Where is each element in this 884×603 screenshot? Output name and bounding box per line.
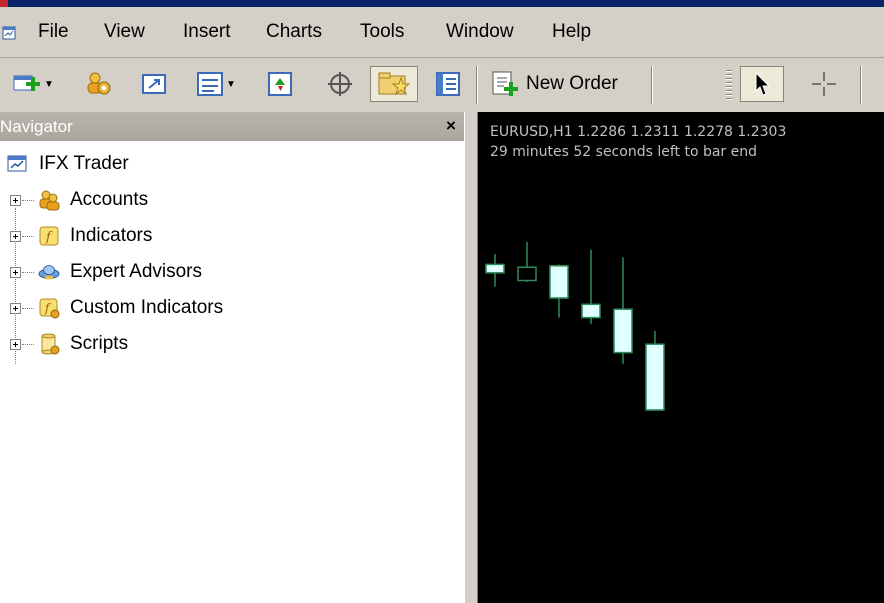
- tree-root[interactable]: IFX Trader: [7, 151, 129, 177]
- chart-window[interactable]: EURUSD,H1 1.2286 1.2311 1.2278 1.2303 29…: [478, 112, 884, 603]
- new-chart-icon: [12, 72, 42, 96]
- tree-item-accounts[interactable]: Accounts: [10, 186, 148, 214]
- new-chart-dropdown-icon[interactable]: ▼: [44, 79, 54, 90]
- profiles-icon: [84, 70, 112, 98]
- menu-charts[interactable]: Charts: [266, 21, 322, 43]
- app-icon: [0, 0, 8, 7]
- chart-window-button[interactable]: ▼: [190, 66, 242, 102]
- candle-3: [549, 264, 569, 318]
- expand-icon[interactable]: [10, 266, 21, 278]
- candle-body: [517, 266, 537, 282]
- candle-body: [581, 303, 601, 319]
- chart-window-icon: [196, 71, 224, 97]
- data-window-button[interactable]: [322, 66, 358, 102]
- tree-item-label: Expert Advisors: [70, 261, 202, 282]
- menu-help[interactable]: Help: [552, 21, 591, 43]
- tree-item-indicators[interactable]: f Indicators: [10, 222, 152, 250]
- app-chart-icon[interactable]: [2, 24, 16, 40]
- candlestick-plot: [485, 242, 665, 411]
- candle-body: [645, 343, 665, 411]
- candle-body: [613, 308, 633, 354]
- indicators-icon: f: [38, 225, 60, 247]
- tree-item-label: Accounts: [70, 189, 149, 210]
- tree-item-scripts[interactable]: Scripts: [10, 330, 128, 358]
- menu-window[interactable]: Window: [446, 21, 514, 43]
- candle-5: [613, 257, 633, 364]
- crosshair-icon: [810, 70, 838, 98]
- menu-file[interactable]: File: [38, 21, 69, 43]
- tree-root-label: IFX Trader: [39, 153, 129, 174]
- new-chart-button[interactable]: ▼: [8, 66, 58, 102]
- expert-advisors-icon: [38, 261, 60, 283]
- navigator-icon: [377, 70, 411, 98]
- profiles-button[interactable]: [80, 66, 116, 102]
- expand-icon[interactable]: [10, 194, 21, 206]
- menu-bar: File View Insert Charts Tools Window Hel…: [0, 7, 884, 58]
- toolbar-separator: [476, 66, 478, 104]
- new-order-button[interactable]: New Order: [486, 66, 650, 102]
- toolbar-grip[interactable]: [726, 68, 732, 102]
- window-title-bar: [0, 0, 884, 7]
- navigator-title: Navigator: [0, 117, 73, 136]
- candle-1: [485, 253, 505, 287]
- navigator-panel: Navigator × IFX Trader Accounts f Indica…: [0, 112, 464, 603]
- terminal-root-icon: [7, 152, 27, 177]
- terminal-icon: [435, 71, 461, 97]
- navigator-button[interactable]: [370, 66, 418, 102]
- cursor-button[interactable]: [740, 66, 784, 102]
- tree-item-label: Indicators: [70, 225, 153, 246]
- candle-body: [549, 265, 569, 299]
- menu-view[interactable]: View: [104, 21, 145, 43]
- expand-icon[interactable]: [10, 230, 21, 242]
- expand-icon[interactable]: [10, 338, 21, 350]
- new-order-icon: [490, 70, 520, 98]
- candle-body: [485, 263, 505, 274]
- toolbar-separator: [651, 66, 653, 104]
- market-watch-icon: [267, 71, 293, 97]
- candle-6: [645, 330, 665, 411]
- tree-item-label: Scripts: [70, 333, 129, 354]
- crosshair-button[interactable]: [804, 66, 844, 102]
- candle-4: [581, 249, 601, 324]
- navigator-header[interactable]: Navigator ×: [0, 112, 464, 141]
- menu-insert[interactable]: Insert: [183, 21, 231, 43]
- expand-icon[interactable]: [10, 302, 21, 314]
- panel-splitter[interactable]: [464, 112, 478, 603]
- menu-tools[interactable]: Tools: [360, 21, 404, 43]
- maximize-chart-button[interactable]: [136, 66, 172, 102]
- new-order-label: New Order: [526, 73, 618, 94]
- toolbar: ▼ ▼ New Order: [0, 58, 884, 112]
- market-watch-button[interactable]: [264, 66, 296, 102]
- scripts-icon: [38, 333, 60, 355]
- candle-2: [517, 242, 537, 282]
- chart-window-dropdown-icon[interactable]: ▼: [226, 79, 236, 90]
- terminal-button[interactable]: [432, 66, 464, 102]
- toolbar-separator: [860, 66, 862, 104]
- maximize-chart-icon: [141, 72, 167, 96]
- custom-indicators-icon: f: [38, 297, 60, 319]
- cursor-icon: [752, 71, 772, 97]
- data-window-icon: [326, 70, 354, 98]
- accounts-icon: [38, 189, 60, 211]
- tree-item-expert-advisors[interactable]: Expert Advisors: [10, 258, 202, 286]
- tree-item-label: Custom Indicators: [70, 297, 224, 318]
- close-icon[interactable]: ×: [446, 116, 456, 136]
- tree-item-custom-indicators[interactable]: f Custom Indicators: [10, 294, 223, 322]
